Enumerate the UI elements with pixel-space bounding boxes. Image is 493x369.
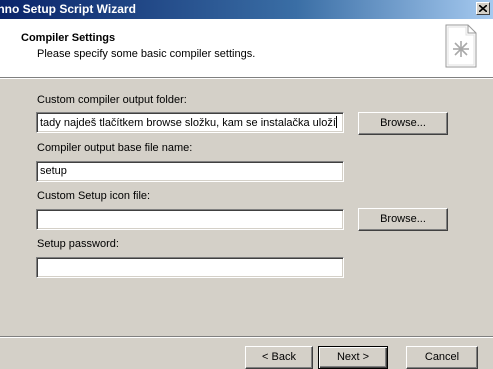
base-file-name-label: Compiler output base file name: (37, 142, 193, 154)
wizard-page-icon (445, 24, 477, 68)
close-button[interactable] (476, 2, 490, 15)
icon-file-input[interactable] (36, 209, 344, 230)
title-bar[interactable]: Inno Setup Script Wizard (0, 0, 493, 19)
output-folder-input[interactable]: tady najdeš tlačítkem browse složku, kam… (36, 112, 344, 133)
icon-file-browse-button[interactable]: Browse... (358, 208, 448, 231)
password-label: Setup password: (37, 238, 119, 250)
close-icon (479, 5, 487, 12)
wizard-window: Inno Setup Script Wizard Compiler Settin… (0, 0, 493, 369)
output-folder-value: tady najdeš tlačítkem browse složku, kam… (40, 117, 336, 129)
text-caret (335, 116, 337, 128)
output-folder-browse-button[interactable]: Browse... (358, 112, 448, 135)
password-input[interactable] (36, 257, 344, 278)
header-separator-highlight (0, 78, 493, 79)
footer-separator-highlight (0, 337, 493, 338)
base-file-name-input[interactable]: setup (36, 161, 344, 182)
page-title: Compiler Settings (21, 32, 116, 44)
icon-file-label: Custom Setup icon file: (37, 190, 151, 202)
window-title: Inno Setup Script Wizard (0, 2, 136, 16)
page-subtitle: Please specify some basic compiler setti… (37, 48, 256, 60)
output-folder-label: Custom compiler output folder: (37, 94, 187, 106)
wizard-header: Compiler Settings Please specify some ba… (0, 19, 493, 77)
